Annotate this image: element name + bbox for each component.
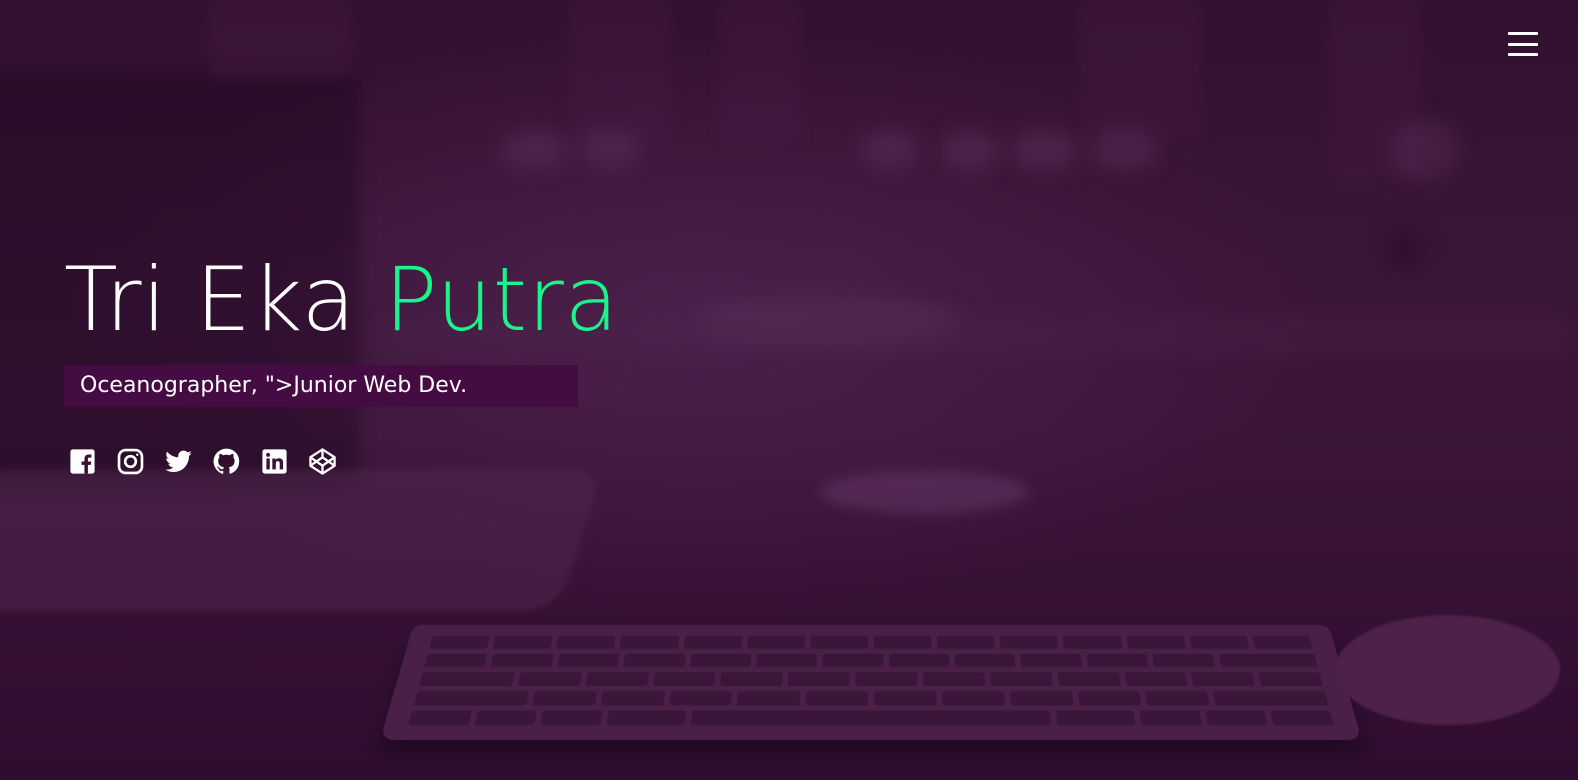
twitter-link[interactable] — [164, 447, 193, 476]
instagram-icon — [117, 448, 144, 475]
instagram-link[interactable] — [116, 447, 145, 476]
linkedin-icon — [262, 449, 287, 474]
codepen-icon — [309, 448, 336, 475]
facebook-icon — [70, 449, 95, 474]
codepen-link[interactable] — [308, 447, 337, 476]
twitter-icon — [165, 450, 192, 473]
hamburger-menu-icon[interactable] — [1508, 32, 1538, 56]
facebook-link[interactable] — [68, 447, 97, 476]
page-title: Tri Eka Putra — [64, 245, 619, 355]
linkedin-link[interactable] — [260, 447, 289, 476]
title-name: Tri Eka — [64, 248, 356, 351]
github-link[interactable] — [212, 447, 241, 476]
title-accent: Putra — [384, 248, 619, 351]
github-icon — [213, 448, 240, 474]
social-links — [68, 447, 619, 476]
hero-section: Tri Eka Putra Oceanographer, ">Junior We… — [0, 0, 1578, 780]
subtitle-banner: Oceanographer, ">Junior Web Dev. — [64, 365, 578, 407]
hero-content: Tri Eka Putra Oceanographer, ">Junior We… — [64, 245, 619, 476]
